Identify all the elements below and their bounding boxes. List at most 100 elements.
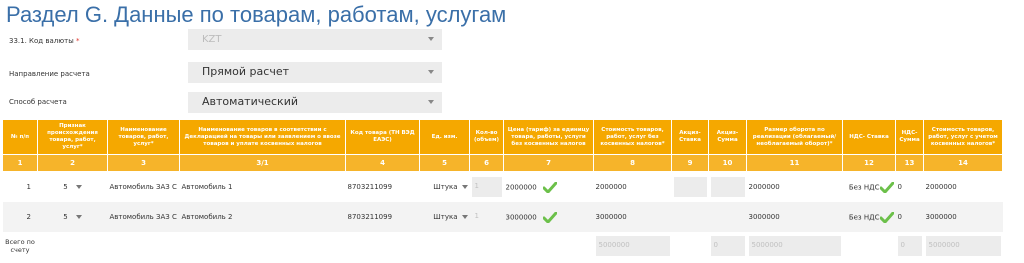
- vat-sum-value: 0: [897, 183, 902, 191]
- empty-cell: [38, 232, 108, 260]
- total-vat-field: 0: [897, 236, 922, 256]
- vat-rate-cell[interactable]: Без НДС: [842, 202, 896, 232]
- chevron-down-icon[interactable]: [428, 100, 434, 104]
- check-icon: [879, 181, 894, 193]
- col-header-vat-rate: НДС- Ставка: [842, 119, 896, 155]
- col-number: 14: [923, 154, 1003, 172]
- total-turnover-cell: 5000000: [747, 232, 843, 260]
- col-header-turnover: Размер оборота по реализации (облагаемый…: [746, 119, 843, 155]
- grand-total-cell: 5000000: [924, 232, 1003, 260]
- total-excise-cell: 0: [709, 232, 747, 260]
- vat-rate-value: Без НДС: [848, 213, 880, 221]
- totals-row: Всего по счету 5000000 0 5000000 0 50000…: [3, 232, 1003, 260]
- price-cell: 2000000: [504, 172, 594, 203]
- col-number: 6: [469, 154, 504, 172]
- empty-cell: [420, 232, 470, 260]
- col-number: 3: [107, 154, 180, 172]
- col-number: 9: [671, 154, 709, 172]
- check-icon: [542, 181, 557, 193]
- col-number: 7: [503, 154, 594, 172]
- required-marker: *: [75, 37, 80, 45]
- col-number: 8: [593, 154, 672, 172]
- empty-cell: [843, 232, 896, 260]
- col-header-vat-sum: НДС-Сумма: [895, 119, 924, 155]
- unit-select[interactable]: Штука: [420, 172, 470, 203]
- col-number: 2: [37, 154, 108, 172]
- price-value[interactable]: 3000000: [506, 213, 537, 221]
- qty-input[interactable]: 1: [471, 177, 502, 197]
- product-code[interactable]: 8703211099: [345, 202, 420, 232]
- table-row: 2 5 Автомобиль ЗАЗ С Автомобиль 2 870321…: [2, 202, 1003, 232]
- vat-sum-value: 0: [895, 202, 924, 232]
- col-header-unit: Ед. изм.: [419, 119, 470, 155]
- excise-sum-cell: [709, 172, 747, 203]
- turnover-value[interactable]: 3000000: [746, 202, 843, 232]
- qty-input[interactable]: 1: [471, 207, 502, 227]
- declaration-name[interactable]: Автомобиль 1: [180, 172, 346, 203]
- origin-value: 5: [63, 183, 68, 191]
- empty-cell: [346, 232, 420, 260]
- total-excise-field: 0: [710, 236, 745, 256]
- col-number: 5: [419, 154, 470, 172]
- chevron-down-icon[interactable]: [461, 185, 468, 189]
- qty-cell: 1: [469, 202, 504, 232]
- total-value: 3000000: [923, 202, 1003, 232]
- cost-value[interactable]: 2000000: [594, 172, 672, 203]
- product-name[interactable]: Автомобиль ЗАЗ С: [107, 202, 180, 232]
- declaration-name[interactable]: Автомобиль 2: [179, 202, 346, 232]
- excise-sum-input[interactable]: [710, 177, 745, 197]
- col-number: 1: [2, 154, 38, 172]
- empty-cell: [672, 232, 709, 260]
- empty-cell: [108, 232, 180, 260]
- unit-select[interactable]: Штука: [419, 202, 470, 232]
- unit-value: Штука: [433, 183, 458, 191]
- vat-rate-value: Без НДС: [848, 183, 880, 191]
- check-icon: [879, 211, 894, 223]
- price-cell: 3000000: [503, 202, 594, 232]
- unit-value: Штука: [433, 213, 458, 221]
- product-name[interactable]: Автомобиль ЗАЗ С: [108, 172, 180, 203]
- chevron-down-icon[interactable]: [75, 215, 82, 219]
- turnover-value[interactable]: 2000000: [747, 172, 843, 203]
- total-cost-field: 5000000: [595, 236, 670, 256]
- excise-rate-input[interactable]: [673, 177, 707, 197]
- product-code[interactable]: 8703211099: [346, 172, 420, 203]
- total-cost-cell: 5000000: [594, 232, 672, 260]
- currency-label-text: 33.1. Код валюты: [9, 37, 74, 45]
- vat-rate-cell[interactable]: Без НДС: [843, 172, 896, 203]
- column-number-row: 1 2 3 3/1 4 5 6 7 8 9 10 11 12 13 14: [2, 154, 1003, 172]
- chevron-down-icon[interactable]: [461, 215, 468, 219]
- price-value[interactable]: 2000000: [506, 183, 537, 191]
- currency-value: KZT: [202, 34, 222, 45]
- excise-rate-cell: [671, 202, 709, 232]
- direction-value: Прямой расчет: [202, 65, 289, 78]
- col-header-price: Цена (тариф) за единицу товара, работы, …: [503, 119, 594, 155]
- chevron-down-icon[interactable]: [75, 185, 82, 189]
- col-header-decl-name: Наименование товаров в соответствии с Де…: [179, 119, 346, 155]
- direction-select[interactable]: Прямой расчет: [188, 62, 442, 83]
- total-vat-cell: 0: [896, 232, 924, 260]
- chevron-down-icon[interactable]: [428, 70, 434, 74]
- col-number: 12: [842, 154, 896, 172]
- empty-cell: [504, 232, 594, 260]
- excise-sum-cell: [708, 202, 747, 232]
- method-value: Автоматический: [202, 95, 298, 108]
- grand-total-field: 5000000: [925, 236, 1001, 256]
- total-turnover-field: 5000000: [748, 236, 841, 256]
- origin-select[interactable]: 5: [37, 202, 108, 232]
- row-number: 1: [26, 183, 31, 191]
- origin-select[interactable]: 5: [38, 172, 108, 203]
- page-title: Раздел G. Данные по товарам, работам, ус…: [6, 2, 507, 27]
- col-number: 11: [746, 154, 843, 172]
- col-number: 10: [708, 154, 747, 172]
- header-row: № п/п Признак происхождения товара, рабо…: [2, 119, 1003, 155]
- goods-table: № п/п Признак происхождения товара, рабо…: [2, 119, 1003, 260]
- col-number: 13: [895, 154, 924, 172]
- qty-cell: 1: [470, 172, 504, 203]
- currency-select: KZT: [188, 29, 442, 50]
- method-select[interactable]: Автоматический: [188, 92, 442, 113]
- cost-value[interactable]: 3000000: [593, 202, 672, 232]
- col-header-origin: Признак происхождения товара, работ, усл…: [37, 119, 108, 155]
- col-header-num: № п/п: [2, 119, 38, 155]
- col-header-excise-rate: Акциз-Ставка: [671, 119, 709, 155]
